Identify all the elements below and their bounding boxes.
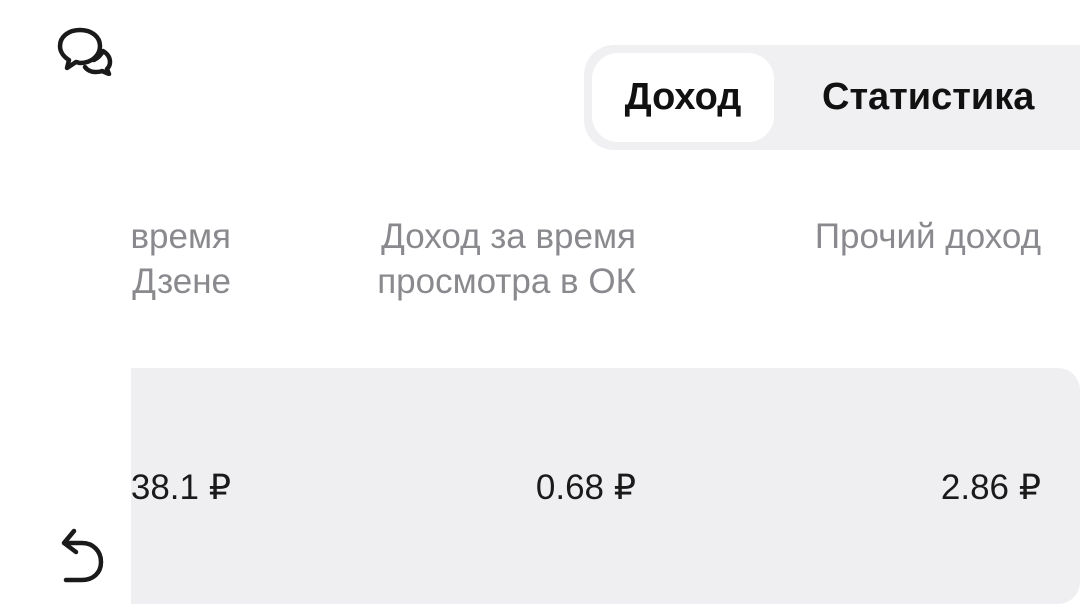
value-ok-time: 0.68 ₽ [535, 468, 636, 507]
column-header-line: Дзене [132, 262, 231, 301]
column-header-ok-time: Доход за время просмотра в ОК [336, 214, 636, 304]
column-header-line: время [131, 217, 231, 256]
income-table[interactable]: время Дзене Доход за время просмотра в О… [131, 160, 1080, 615]
column-header-line: Прочий доход [814, 217, 1041, 256]
value-other-income: 2.86 ₽ [940, 468, 1041, 507]
value-zen-time: 38.1 ₽ [131, 468, 231, 507]
table-row: 38.1 ₽ 0.68 ₽ 2.86 ₽ [131, 368, 1080, 604]
tab-statistics[interactable]: Статистика [806, 53, 1080, 142]
chat-bubbles-icon[interactable] [56, 26, 114, 77]
undo-arrow-icon[interactable] [58, 525, 108, 585]
income-screen: Доход Статистика время Дзене Доход за вр… [0, 0, 1080, 615]
column-header-line: просмотра в ОК [377, 262, 636, 301]
column-header-other-income: Прочий доход [741, 214, 1041, 259]
tab-income[interactable]: Доход [592, 53, 774, 142]
column-header-zen-time: время Дзене [131, 214, 231, 304]
column-header-line: Доход за время [381, 217, 636, 256]
income-statistics-switch: Доход Статистика [584, 45, 1080, 150]
